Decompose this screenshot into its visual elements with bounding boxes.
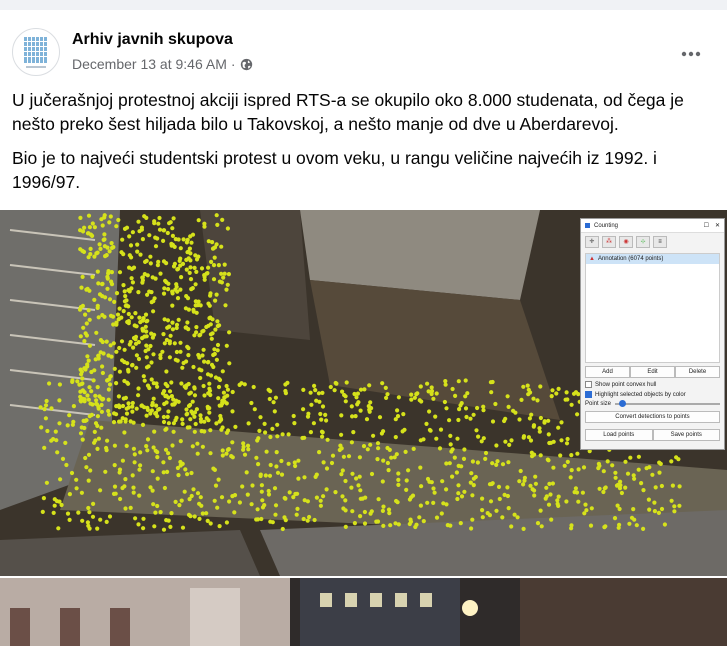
post-photo-crowd-aerial[interactable]: Counting ☐ ✕ ✛ ⁂ ◉ ⊹ ≡ ▲ Annotation (607…	[0, 210, 727, 576]
post-meta: December 13 at 9:46 AM ·	[72, 56, 253, 72]
checkbox-box	[585, 381, 592, 388]
list-tool-icon[interactable]: ≡	[653, 236, 667, 248]
point-size-slider[interactable]: Point size	[585, 400, 720, 407]
post-photo-street[interactable]	[0, 578, 727, 646]
slider-track[interactable]	[615, 400, 720, 407]
counting-window: Counting ☐ ✕ ✛ ⁂ ◉ ⊹ ≡ ▲ Annotation (607…	[580, 218, 725, 450]
save-points-button[interactable]: Save points	[652, 429, 720, 441]
slider-knob[interactable]	[619, 400, 627, 407]
highlight-label: Highlight selected objects by color	[595, 391, 686, 398]
close-icon[interactable]: ✕	[715, 222, 720, 229]
delete-button[interactable]: Delete	[675, 366, 720, 378]
point-size-label: Point size	[585, 401, 612, 407]
warning-icon: ▲	[589, 256, 595, 262]
app-icon	[585, 223, 590, 228]
move-tool-icon[interactable]: ✛	[585, 236, 599, 248]
convex-hull-checkbox[interactable]: Show point convex hull	[585, 381, 720, 388]
page-avatar[interactable]	[12, 28, 60, 76]
globe-icon	[240, 58, 252, 70]
counting-title: Counting	[594, 222, 619, 229]
convert-detections-button[interactable]: Convert detections to points	[585, 411, 720, 423]
annotation-list[interactable]: ▲ Annotation (6074 points)	[585, 253, 720, 363]
post-paragraph-2: Bio je to najveći studentski protest u o…	[12, 148, 657, 192]
post-body: U jučerašnjoj protestnoj akciji ispred R…	[12, 88, 715, 204]
brush-tool-icon[interactable]: ◉	[619, 236, 633, 248]
post-card: Arhiv javnih skupova December 13 at 9:46…	[0, 10, 727, 646]
post-paragraph-1: U jučerašnjoj protestnoj akciji ispred R…	[12, 90, 684, 134]
meta-separator: ·	[230, 56, 236, 72]
annotation-buttons: Add Edit Delete	[585, 366, 720, 378]
add-button[interactable]: Add	[585, 366, 630, 378]
load-save-buttons: Load points Save points	[585, 429, 720, 441]
author-name[interactable]: Arhiv javnih skupova	[72, 31, 233, 49]
counting-toolbar: ✛ ⁂ ◉ ⊹ ≡	[581, 233, 724, 253]
maximize-icon[interactable]: ☐	[704, 222, 709, 229]
more-horizontal-icon	[681, 51, 701, 57]
convex-hull-label: Show point convex hull	[595, 381, 657, 388]
more-options-button[interactable]	[673, 36, 709, 72]
load-points-button[interactable]: Load points	[585, 429, 653, 441]
annotation-label: Annotation (6074 points)	[597, 256, 664, 262]
street-photo-image	[0, 578, 727, 646]
archive-logo-icon	[24, 37, 47, 68]
points-tool-icon[interactable]: ⁂	[602, 236, 616, 248]
annotation-row[interactable]: ▲ Annotation (6074 points)	[586, 254, 719, 264]
post-header: Arhiv javnih skupova December 13 at 9:46…	[12, 28, 715, 78]
edit-button[interactable]: Edit	[630, 366, 675, 378]
highlight-checkbox[interactable]: Highlight selected objects by color	[585, 391, 720, 398]
detect-tool-icon[interactable]: ⊹	[636, 236, 650, 248]
checkbox-box	[585, 391, 592, 398]
post-timestamp[interactable]: December 13 at 9:46 AM	[72, 56, 227, 72]
counting-titlebar: Counting ☐ ✕	[581, 219, 724, 233]
